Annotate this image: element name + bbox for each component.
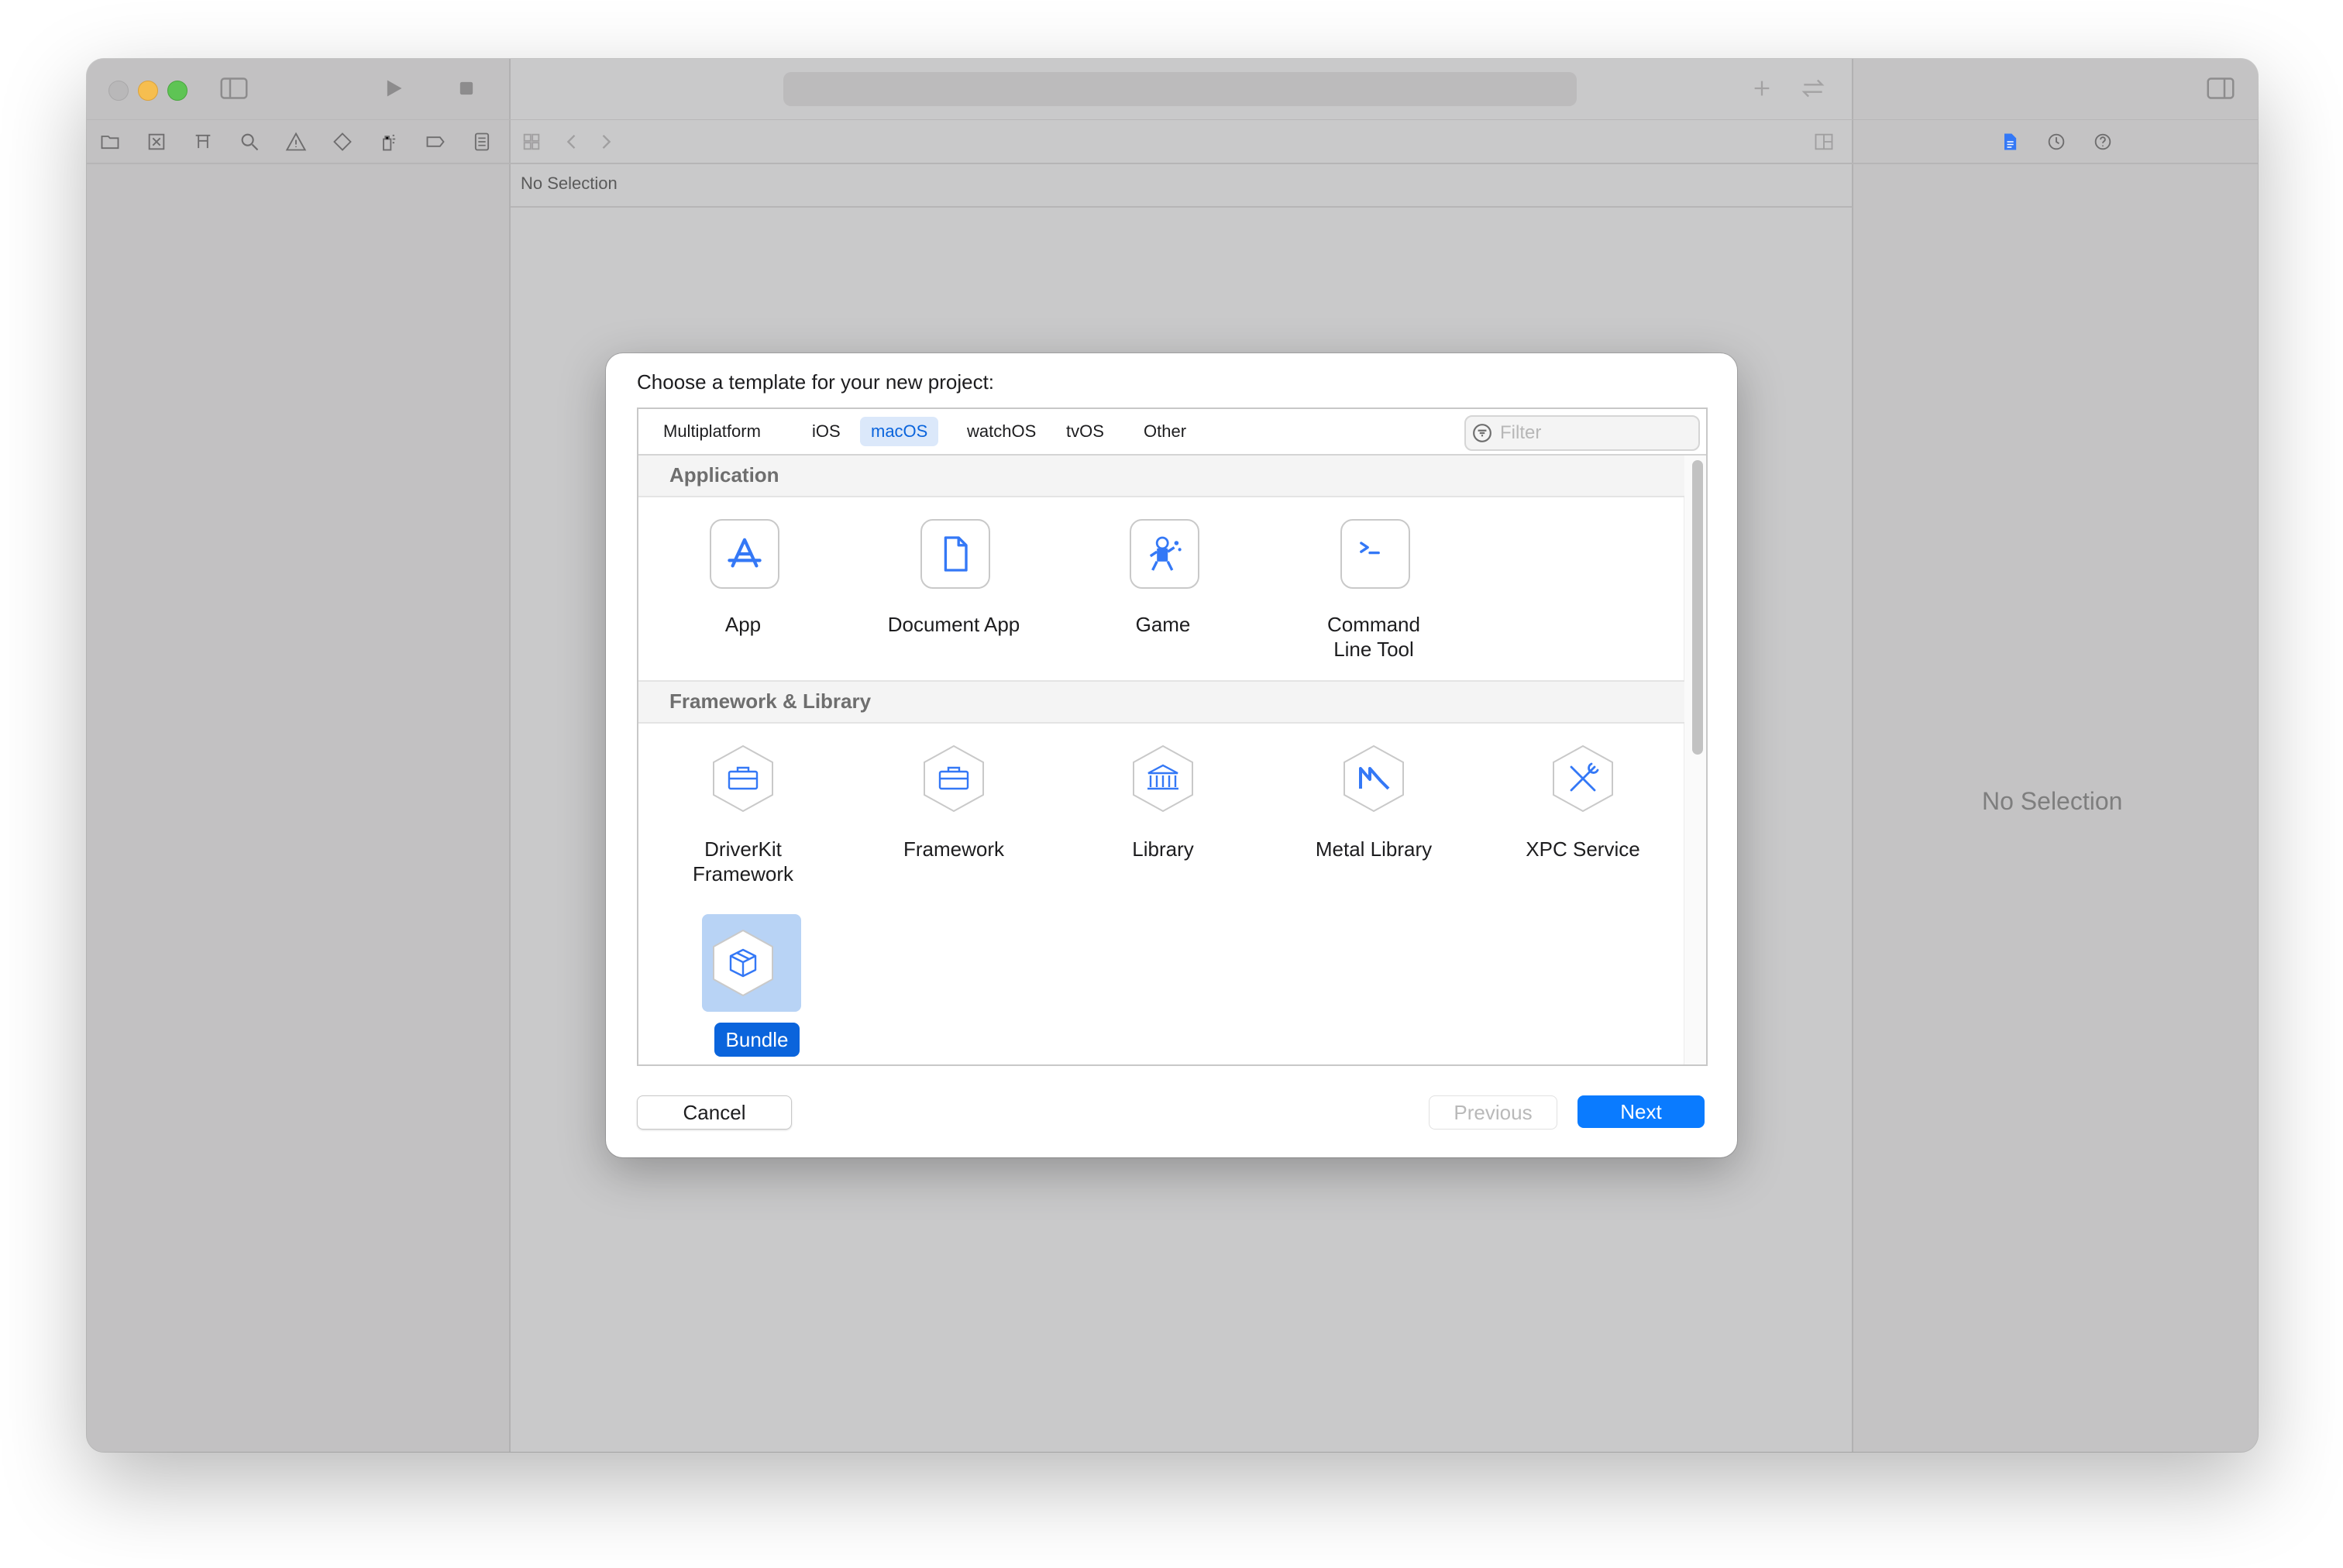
test-diamond-icon[interactable] <box>330 129 355 154</box>
breakpoint-icon[interactable] <box>423 129 448 154</box>
zoom-window-button[interactable] <box>167 81 188 101</box>
history-clock-icon[interactable] <box>2044 129 2069 154</box>
close-window-button[interactable] <box>108 81 129 101</box>
back-chevron-icon[interactable] <box>559 129 584 154</box>
section-title: Framework & Library <box>669 689 872 713</box>
tab-multiplatform[interactable]: Multiplatform <box>652 417 772 446</box>
section-title: Application <box>669 463 779 487</box>
jump-bar-divider <box>511 206 1852 208</box>
building-columns-icon <box>1133 744 1193 813</box>
help-icon[interactable] <box>2090 129 2115 154</box>
inspector-empty-label: No Selection <box>1982 787 2123 815</box>
minimize-window-button[interactable] <box>138 81 158 101</box>
template-list: Application App Document App Game Comman… <box>638 456 1706 1064</box>
toolbox-icon <box>713 744 773 813</box>
warning-icon[interactable] <box>284 129 308 154</box>
titlebar <box>87 59 2258 119</box>
activity-viewer <box>783 72 1577 106</box>
filter-icon <box>1473 424 1491 442</box>
label-line: Framework <box>692 862 793 885</box>
filter-field[interactable]: Filter <box>1464 415 1700 451</box>
template-label: Document App <box>887 613 1020 636</box>
previous-button[interactable]: Previous <box>1429 1095 1557 1130</box>
sidebar-toggle-icon[interactable] <box>218 76 249 101</box>
label-line: Command <box>1327 613 1420 636</box>
game-icon <box>1130 519 1199 589</box>
filter-placeholder: Filter <box>1500 422 1542 443</box>
toolbox-icon <box>924 744 984 813</box>
package-icon <box>713 929 773 997</box>
document-icon <box>920 519 990 589</box>
tab-watchos[interactable]: watchOS <box>956 417 1047 446</box>
template-label: Library <box>1132 837 1194 861</box>
inspector-panel <box>1852 59 2258 1452</box>
terminal-icon <box>1340 519 1410 589</box>
hierarchy-icon[interactable] <box>191 129 215 154</box>
tab-ios[interactable]: iOS <box>801 417 852 446</box>
source-control-icon[interactable] <box>144 129 169 154</box>
jump-bar-breadcrumb: No Selection <box>521 174 618 193</box>
editor-options-icon[interactable] <box>1811 129 1836 154</box>
tab-macos[interactable]: macOS <box>860 417 939 446</box>
template-panel: Multiplatform iOS macOS watchOS tvOS Oth… <box>637 407 1708 1066</box>
debug-spray-icon[interactable] <box>377 129 401 154</box>
tab-other[interactable]: Other <box>1133 417 1197 446</box>
grid-icon[interactable] <box>519 129 544 154</box>
report-icon[interactable] <box>470 129 494 154</box>
template-chooser-dialog: Choose a template for your new project: … <box>606 353 1737 1157</box>
template-label: App <box>724 613 762 636</box>
selected-template-label: Bundle <box>714 1023 800 1057</box>
swap-arrows-icon[interactable] <box>1798 76 1829 101</box>
app-store-icon <box>710 519 779 589</box>
tab-tvos[interactable]: tvOS <box>1055 417 1115 446</box>
forward-chevron-icon[interactable] <box>593 129 618 154</box>
dialog-title: Choose a template for your new project: <box>637 370 995 394</box>
stop-icon[interactable] <box>454 76 479 101</box>
template-label: Framework <box>903 837 1004 861</box>
section-header-application: Application <box>638 456 1684 497</box>
run-icon[interactable] <box>381 76 406 101</box>
label-line: Line Tool <box>1333 638 1414 661</box>
folder-icon[interactable] <box>98 129 122 154</box>
cancel-button[interactable]: Cancel <box>637 1095 792 1130</box>
metal-icon <box>1344 744 1404 813</box>
navigator-toolbar <box>87 119 2258 163</box>
toolbar-divider <box>87 163 2258 164</box>
search-icon[interactable] <box>237 129 262 154</box>
tools-icon <box>1553 744 1613 813</box>
label-line: DriverKit <box>704 837 782 861</box>
navigator-sidebar <box>87 59 511 1452</box>
file-inspector-icon[interactable] <box>1997 129 2022 154</box>
scroll-track <box>1684 456 1706 1064</box>
platform-tabs: Multiplatform iOS macOS watchOS tvOS Oth… <box>638 409 1706 456</box>
template-label: Game <box>1135 613 1191 636</box>
inspector-toggle-icon[interactable] <box>2205 76 2236 101</box>
section-header-framework-library: Framework & Library <box>638 680 1684 724</box>
template-label: Metal Library <box>1315 837 1433 861</box>
template-label: DriverKit Framework <box>654 837 832 886</box>
add-icon[interactable] <box>1750 76 1774 101</box>
template-label: XPC Service <box>1526 837 1640 861</box>
scrollbar-thumb[interactable] <box>1692 460 1703 755</box>
template-label: Command Line Tool <box>1285 612 1463 662</box>
next-button[interactable]: Next <box>1577 1095 1705 1128</box>
